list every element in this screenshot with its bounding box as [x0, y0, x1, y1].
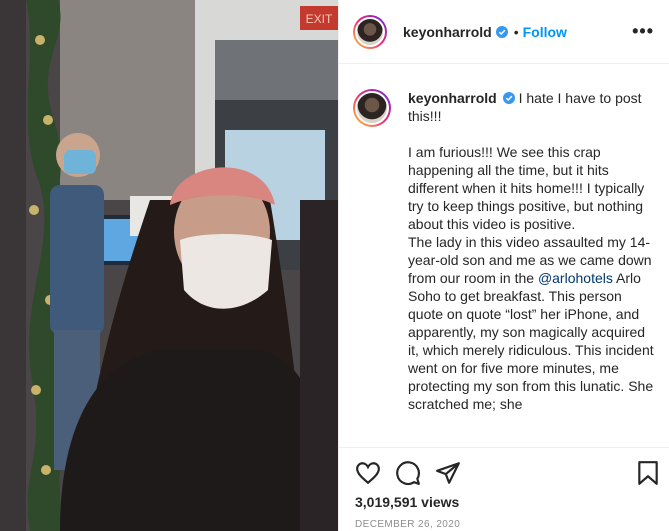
- caption-first-line: keyonharrold I hate I have to post this!…: [408, 89, 654, 125]
- caption-section: keyonharrold I hate I have to post this!…: [339, 65, 669, 447]
- caption-avatar[interactable]: [353, 89, 391, 127]
- mention-link[interactable]: @arlohotels: [538, 270, 613, 286]
- separator-dot: •: [513, 23, 519, 40]
- video-frame: EXIT: [0, 0, 338, 531]
- post-panel: keyonharrold • Follow ••• keyonharrold I…: [338, 0, 669, 531]
- bookmark-icon[interactable]: [635, 460, 661, 486]
- view-count[interactable]: 3,019,591 views: [355, 494, 459, 510]
- more-options-icon[interactable]: •••: [632, 22, 654, 40]
- post-video[interactable]: EXIT: [0, 0, 338, 531]
- verified-badge-icon: [495, 25, 508, 38]
- post-header: keyonharrold • Follow •••: [339, 0, 669, 64]
- action-bar: 3,019,591 views DECEMBER 26, 2020: [339, 447, 669, 531]
- verified-badge-icon: [502, 92, 515, 104]
- caption-username[interactable]: keyonharrold: [408, 90, 497, 106]
- heart-icon[interactable]: [355, 460, 381, 486]
- exit-sign-label: EXIT: [306, 12, 333, 26]
- post-date: DECEMBER 26, 2020: [355, 519, 461, 530]
- author-avatar[interactable]: [353, 14, 387, 49]
- author-username[interactable]: keyonharrold: [403, 24, 492, 40]
- caption-body: I am furious!!! We see this crap happeni…: [408, 143, 654, 413]
- comment-icon[interactable]: [395, 460, 421, 486]
- caption-part-1: I am furious!!! We see this crap happeni…: [408, 144, 652, 286]
- share-icon[interactable]: [435, 460, 461, 486]
- follow-button[interactable]: Follow: [523, 24, 567, 40]
- caption-part-2: Arlo Soho to get breakfast. This person …: [408, 270, 658, 412]
